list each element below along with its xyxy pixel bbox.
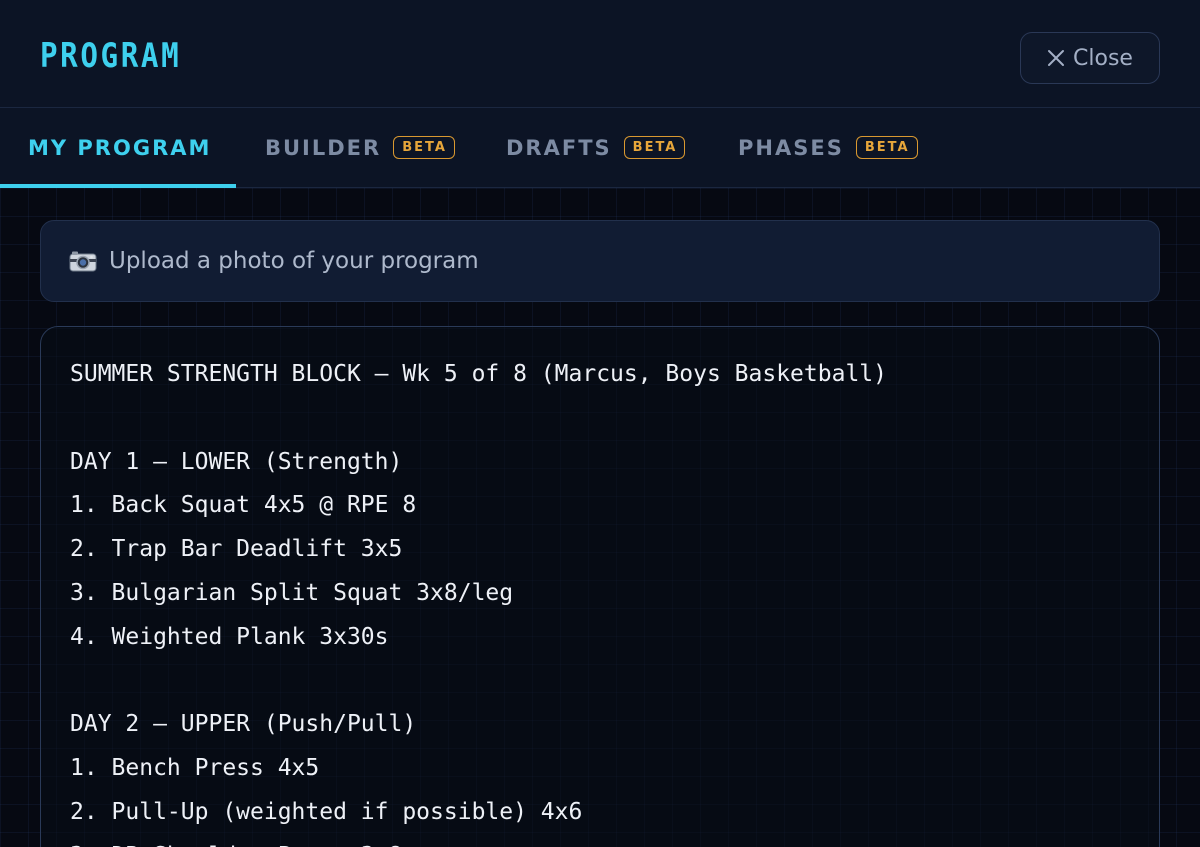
header-bar: PROGRAM Close [0,0,1200,108]
beta-badge: BETA [393,136,455,159]
tab-phases[interactable]: PHASES BETA [738,108,918,187]
tab-label: DRAFTS [506,135,612,160]
close-button[interactable]: Close [1020,32,1160,84]
content-area: Upload a photo of your program SUMMER ST… [0,188,1200,847]
camera-icon [69,250,97,272]
beta-badge: BETA [623,136,686,159]
tab-bar: MY PROGRAM BUILDER BETA DRAFTS BETA PHAS… [0,108,1200,188]
close-label: Close [1073,45,1133,71]
tab-label: MY PROGRAM [28,135,212,160]
program-line: 3. Bulgarian Split Squat 3x8/leg [70,579,514,606]
program-line: 3. DB Shoulder Press 3x8 [70,835,1131,847]
program-line: 2. Trap Bar Deadlift 3x5 [70,536,403,563]
program-line [70,397,1131,441]
program-line: DAY 2 — UPPER (Push/Pull) [70,711,417,738]
program-line: DAY 1 — LOWER (Strength) [70,448,403,475]
program-line [70,660,1131,704]
program-line: 1. Bench Press 4x5 [70,755,320,782]
program-line: 2. Pull-Up (weighted if possible) 4x6 [70,798,583,825]
page-title: PROGRAM [40,36,182,76]
tab-my-program[interactable]: MY PROGRAM [28,108,211,187]
program-line: 1. Back Squat 4x5 @ RPE 8 [70,492,417,519]
tab-builder[interactable]: BUILDER BETA [265,108,455,187]
program-line: 4. Weighted Plank 3x30s [70,623,389,650]
beta-badge: BETA [855,136,918,159]
program-line: SUMMER STRENGTH BLOCK — Wk 5 of 8 (Marcu… [70,361,887,387]
tab-label: PHASES [738,135,844,160]
upload-label: Upload a photo of your program [109,248,479,274]
tab-label: BUILDER [265,135,382,160]
close-icon [1047,49,1065,67]
program-text-editor[interactable]: SUMMER STRENGTH BLOCK — Wk 5 of 8 (Marcu… [40,326,1160,847]
upload-photo-button[interactable]: Upload a photo of your program [40,220,1160,302]
program-page: PROGRAM Close MY PROGRAM BUILDER BETA DR… [0,0,1200,847]
tab-drafts[interactable]: DRAFTS BETA [506,108,686,187]
